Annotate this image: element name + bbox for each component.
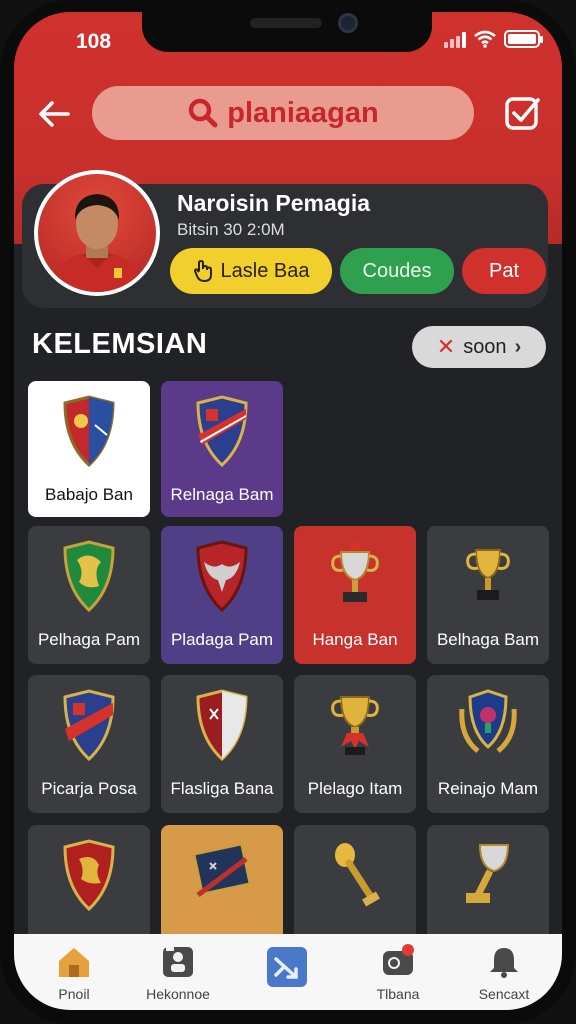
close-icon: ✕ [436, 334, 456, 359]
profile-name: Naroisin Pemagia [177, 190, 371, 216]
search-query: planiaagan [227, 96, 379, 129]
lion-crest-icon [63, 839, 115, 911]
red-action-button[interactable]: Pat [462, 248, 546, 294]
chevron-right-icon: › [514, 335, 522, 358]
grid-tile[interactable] [161, 825, 283, 945]
bottom-nav: Pnoil Hekonnoe Tlbana Sencaxt [14, 934, 562, 1010]
battery-icon [504, 30, 543, 48]
signal-icon [444, 30, 466, 48]
chat-icon [383, 944, 414, 975]
nav-label: Hekonnoe [146, 986, 210, 1002]
grid-tile[interactable] [294, 825, 416, 945]
tile-label: Belhaga Bam [436, 630, 540, 649]
red-crest-icon [196, 689, 248, 761]
search-icon [189, 98, 218, 128]
nav-item-card[interactable]: Hekonnoe [128, 934, 228, 1010]
nav-label: Sencaxt [478, 986, 530, 1002]
nav-label: Pnoil [58, 986, 90, 1002]
home-icon [59, 948, 89, 977]
grid-tile[interactable] [427, 825, 549, 945]
search-bar[interactable]: planiaagan [92, 86, 474, 140]
checkbox-icon[interactable] [504, 94, 542, 132]
flag-icon [193, 843, 251, 897]
silver-cup-icon [331, 541, 379, 602]
grid-tile[interactable] [28, 825, 150, 945]
gold-cup-ribbon-icon [331, 696, 379, 755]
green-button-label: Coudes [362, 259, 432, 282]
green-crest-icon [63, 540, 115, 612]
avatar-photo [38, 174, 156, 292]
laurel-crest-icon [459, 689, 517, 753]
gold-cup-icon [466, 549, 510, 600]
camera-icon [338, 13, 358, 33]
nav-item-chat[interactable]: Tlbana [348, 934, 448, 1010]
phone-frame: 108 planiaagan Naroisin Pemagia Bitsin 3… [0, 0, 576, 1024]
tile-label: Plelago Itam [307, 779, 403, 798]
silver-gold-cup-icon [466, 844, 510, 903]
yellow-button-label: Lasle Baa [220, 259, 310, 282]
bell-icon [490, 948, 518, 978]
gold-torch-icon [335, 843, 380, 907]
tile-label: Flasliga Bana [170, 779, 274, 798]
sash-crest-icon [63, 689, 115, 761]
section-title: KELEMSIAN [32, 328, 208, 360]
eagle-crest-icon [196, 540, 248, 612]
shuffle-icon [267, 947, 307, 987]
status-time: 108 [76, 30, 112, 53]
tile-label: Reinajo Mam [437, 779, 539, 798]
notch [142, 12, 432, 52]
red-blue-crest-icon [63, 395, 115, 467]
grid-tile[interactable]: Plelago Itam [294, 675, 416, 813]
grid-tile[interactable]: Babajo Ban [28, 381, 150, 517]
grid-tile[interactable]: Picarja Posa [28, 675, 150, 813]
tile-label: Pladaga Pam [170, 630, 274, 649]
avatar[interactable] [34, 170, 160, 296]
grid-tile[interactable]: Pelhaga Pam [28, 526, 150, 664]
grid-tile[interactable]: Hanga Ban [294, 526, 416, 664]
profile-subtitle: Bitsin 30 2:0M [177, 220, 285, 239]
tile-label: Picarja Posa [41, 779, 137, 798]
grid-tile[interactable]: Flasliga Bana [161, 675, 283, 813]
grid-tile[interactable]: Reinajo Mam [427, 675, 549, 813]
wifi-icon [474, 30, 496, 48]
filter-chip[interactable]: ✕ soon › [412, 326, 546, 368]
grid-tile[interactable]: Pladaga Pam [161, 526, 283, 664]
status-icons [444, 30, 543, 48]
tile-label: Hanga Ban [312, 630, 398, 649]
speaker [250, 18, 322, 28]
red-button-label: Pat [488, 259, 520, 282]
filter-chip-label: soon [463, 335, 507, 358]
grid-tile[interactable]: Relnaga Bam [161, 381, 283, 517]
sash-crest-icon [196, 395, 248, 467]
tile-label: Pelhaga Pam [37, 630, 141, 649]
nav-label: Tlbana [376, 986, 420, 1002]
yellow-action-button[interactable]: Lasle Baa [170, 248, 332, 294]
nav-item-home[interactable]: Pnoil [24, 934, 124, 1010]
hand-icon [193, 260, 212, 282]
tile-label: Babajo Ban [45, 485, 133, 504]
grid-tile[interactable]: Belhaga Bam [427, 526, 549, 664]
card-icon [163, 947, 193, 977]
nav-item-bell[interactable]: Sencaxt [454, 934, 554, 1010]
screen: 108 planiaagan Naroisin Pemagia Bitsin 3… [14, 12, 562, 1010]
tile-label: Relnaga Bam [170, 485, 274, 504]
green-action-button[interactable]: Coudes [340, 248, 454, 294]
nav-item-center[interactable] [238, 934, 338, 1010]
back-arrow-icon[interactable] [34, 94, 74, 134]
